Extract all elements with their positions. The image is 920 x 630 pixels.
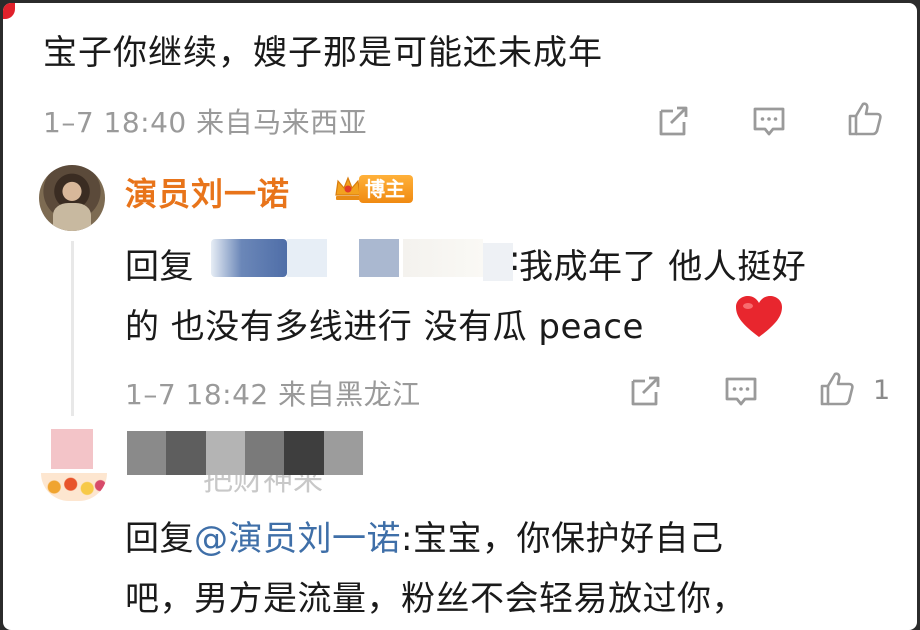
- reply1-share-button[interactable]: [623, 369, 667, 413]
- red-heart-emoji: [736, 296, 782, 337]
- like-icon: [820, 372, 854, 406]
- top-like-button[interactable]: [843, 97, 887, 141]
- top-share-button[interactable]: [651, 99, 695, 143]
- reply2-prefix: 回复: [125, 519, 194, 559]
- redacted-username-blur: [211, 239, 287, 277]
- reply2-text-line2: 吧，男方是流量，粉丝不会轻易放过你，: [125, 579, 746, 619]
- comment-card: 宝子你继续，嫂子那是可能还未成年 1–7 18:40 来自马来西亚 演员刘一诺 …: [3, 3, 917, 630]
- avatar[interactable]: [39, 165, 105, 231]
- reply1-meta: 1–7 18:42 来自黑龙江: [125, 378, 421, 411]
- reply1-like-count: 1: [873, 375, 891, 406]
- top-comment-button[interactable]: [747, 99, 791, 143]
- reply2-text-line1: 回复@演员刘一诺:宝宝，你保护好自己: [125, 511, 723, 560]
- reply1-username[interactable]: 演员刘一诺: [125, 169, 290, 215]
- corner-mark: [3, 3, 15, 19]
- share-icon: [659, 106, 688, 136]
- top-comment-text: 宝子你继续，嫂子那是可能还未成年: [43, 33, 603, 73]
- reply1-text-line2: 的 也没有多线进行 没有瓜 peace: [125, 307, 644, 347]
- redacted-username-blur: [403, 239, 483, 277]
- reply1-like-button[interactable]: [815, 367, 859, 411]
- blogger-badge: 博主: [359, 175, 413, 203]
- reply1-comment-button[interactable]: [719, 369, 763, 413]
- redacted-username-blur: [287, 239, 327, 277]
- share-icon: [631, 376, 660, 406]
- thread-line: [71, 241, 74, 416]
- comment-icon: [725, 377, 757, 406]
- mention-link[interactable]: @演员刘一诺: [194, 519, 401, 559]
- redacted-username-mosaic: [127, 431, 363, 475]
- like-icon: [848, 102, 882, 136]
- comment-icon: [753, 107, 785, 136]
- reply1-prefix: 回复: [125, 247, 194, 287]
- redacted-username-blur: [359, 239, 399, 277]
- top-comment-meta: 1–7 18:40 来自马来西亚: [43, 106, 368, 139]
- avatar[interactable]: [41, 429, 107, 501]
- reply2-text: :宝宝，你保护好自己: [401, 519, 724, 559]
- reply1-text-line1: 我成年了 他人挺好: [519, 247, 807, 287]
